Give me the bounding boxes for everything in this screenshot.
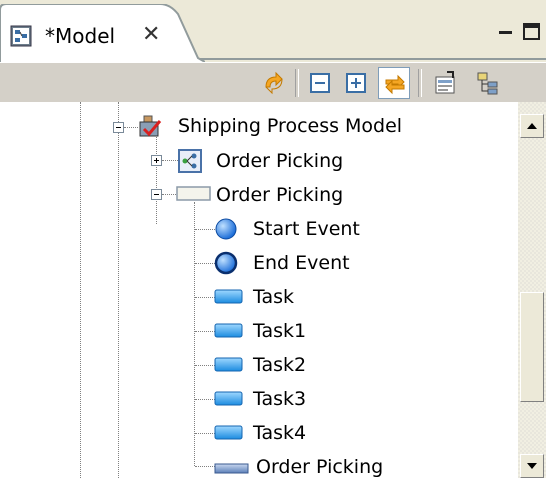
tree-connector <box>162 160 178 161</box>
tree-node-order-picking-pool[interactable]: Order Picking <box>216 184 343 206</box>
task-icon <box>214 322 243 344</box>
lane-icon <box>214 459 249 478</box>
maximize-icon[interactable] <box>522 22 542 42</box>
model-tree: Shipping Process Model Order Picking Ord… <box>0 102 518 478</box>
tree-node-task[interactable]: Task <box>253 286 294 308</box>
task-icon <box>214 390 243 412</box>
expand-all-button[interactable] <box>340 67 372 99</box>
scroll-down-button[interactable] <box>520 454 544 478</box>
view-toolbar <box>0 62 546 103</box>
tree-connector <box>195 331 215 332</box>
chevron-up-icon <box>527 123 537 129</box>
tree-node-task4[interactable]: Task4 <box>253 422 306 444</box>
collapse-toggle[interactable] <box>113 122 124 133</box>
chevron-down-icon <box>527 463 537 469</box>
tree-connector <box>162 194 176 195</box>
hierarchy-button[interactable] <box>472 67 504 99</box>
tree-guide-line <box>80 102 81 478</box>
start-event-icon <box>214 217 240 240</box>
pool-icon <box>176 185 211 207</box>
task-icon <box>214 356 243 378</box>
tab-strip-border <box>198 58 546 60</box>
link-with-editor-button[interactable] <box>378 67 410 99</box>
tree-guide-line <box>156 132 157 224</box>
toolbar-separator <box>295 69 299 97</box>
tree-node-order-picking-lane[interactable]: Order Picking <box>256 456 383 478</box>
tree-connector <box>195 365 215 366</box>
tree-guide-line <box>118 102 119 478</box>
task-icon <box>214 424 243 446</box>
collapse-all-icon <box>310 73 330 93</box>
toolbar-separator <box>418 69 422 97</box>
tree-connector <box>124 127 138 128</box>
tree-connector <box>195 433 215 434</box>
tree-node-end-event[interactable]: End Event <box>253 252 350 274</box>
close-icon[interactable]: ✕ <box>142 22 160 47</box>
tree-connector <box>195 399 215 400</box>
diagram-icon <box>178 149 204 173</box>
tab-strip: *Model ✕ <box>0 0 546 62</box>
expand-toggle[interactable] <box>151 155 162 166</box>
properties-button[interactable] <box>430 67 462 99</box>
model-editor-icon <box>10 24 34 48</box>
tab-model[interactable]: *Model ✕ <box>0 4 205 62</box>
scroll-up-button[interactable] <box>520 114 544 138</box>
model-view: *Model ✕ Shipping Process Model Order Pi… <box>0 0 546 478</box>
properties-icon <box>435 71 455 94</box>
tree-node-task2[interactable]: Task2 <box>253 354 306 376</box>
tree-node-shipping-process-model[interactable]: Shipping Process Model <box>178 115 402 137</box>
collapse-toggle[interactable] <box>151 189 162 200</box>
scrollbar-thumb[interactable] <box>520 292 544 402</box>
end-event-icon <box>214 251 240 275</box>
tree-node-order-picking-diagram[interactable]: Order Picking <box>216 150 343 172</box>
process-model-icon <box>138 114 164 137</box>
vertical-scrollbar[interactable] <box>518 102 546 478</box>
tree-connector <box>195 297 215 298</box>
task-icon <box>214 288 243 310</box>
tree-node-task3[interactable]: Task3 <box>253 388 306 410</box>
tree-connector <box>195 229 215 230</box>
sync-button[interactable] <box>258 67 290 99</box>
tab-title: *Model <box>45 24 116 48</box>
link-with-editor-icon <box>385 74 405 95</box>
sync-icon <box>265 71 283 95</box>
tree-guide-line <box>194 202 195 466</box>
expand-all-icon <box>346 73 366 93</box>
collapse-all-button[interactable] <box>304 67 336 99</box>
minimize-icon[interactable] <box>496 22 516 42</box>
tree-node-task1[interactable]: Task1 <box>253 320 306 342</box>
tree-node-start-event[interactable]: Start Event <box>253 218 360 240</box>
hierarchy-icon <box>477 72 498 95</box>
tree-connector <box>195 263 215 264</box>
tree-connector <box>195 466 215 467</box>
